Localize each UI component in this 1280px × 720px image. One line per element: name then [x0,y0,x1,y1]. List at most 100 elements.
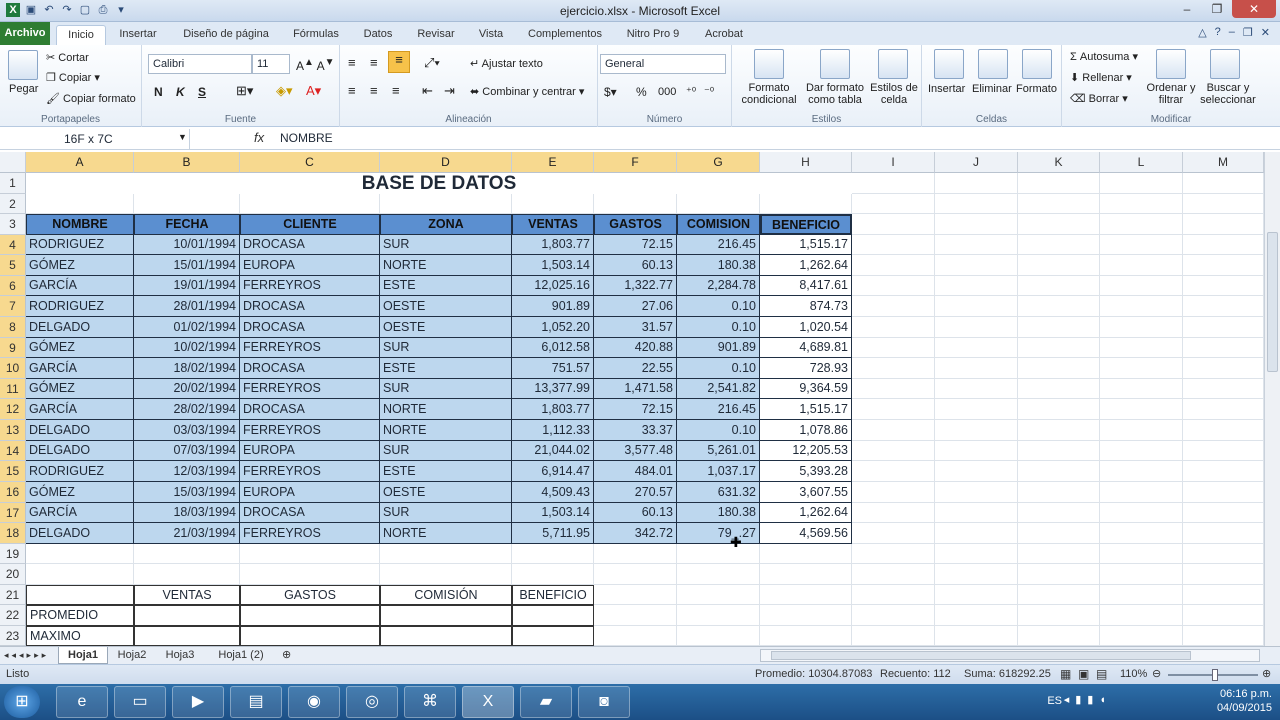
empty-cell[interactable] [1183,173,1264,194]
empty-cell[interactable] [1100,255,1183,276]
row-header[interactable]: 19 [0,544,26,564]
table-cell[interactable]: 420.88 [594,338,677,358]
empty-cell[interactable] [1100,358,1183,379]
empty-cell[interactable] [1183,338,1264,358]
row-header[interactable]: 16 [0,482,26,503]
table-cell[interactable]: 19/01/1994 [134,276,240,296]
empty-cell[interactable] [380,564,512,585]
table-cell[interactable]: 12,205.53 [760,441,852,461]
empty-cell[interactable] [1100,564,1183,585]
empty-cell[interactable] [1100,317,1183,338]
column-header-d[interactable]: D [380,152,512,173]
empty-cell[interactable] [1183,585,1264,605]
summary-cell[interactable]: BENEFICIO [512,585,594,605]
empty-cell[interactable] [1018,214,1100,235]
page-break-view-icon[interactable]: ▤ [1096,665,1107,684]
table-cell[interactable]: 72.15 [594,399,677,420]
increase-indent-icon[interactable]: ⇥ [444,83,455,99]
font-color-icon[interactable]: A▾ [306,83,321,99]
tab-nitro[interactable]: Nitro Pro 9 [620,25,686,45]
empty-cell[interactable] [1183,461,1264,482]
empty-cell[interactable] [1018,173,1100,194]
table-cell[interactable]: 6,012.58 [512,338,594,358]
table-cell[interactable]: 5,711.95 [512,523,594,544]
select-all-corner[interactable] [0,152,26,173]
empty-cell[interactable] [935,358,1018,379]
table-cell[interactable]: 10/02/1994 [134,338,240,358]
tab-home[interactable]: Inicio [56,25,106,45]
table-cell[interactable]: 1,503.14 [512,503,594,523]
empty-cell[interactable] [852,420,935,441]
doc-restore-icon[interactable]: ❐ [1243,26,1253,39]
empty-cell[interactable] [1018,276,1100,296]
table-cell[interactable]: SUR [380,441,512,461]
empty-cell[interactable] [935,544,1018,564]
column-header-c[interactable]: C [240,152,380,173]
formula-input[interactable]: NOMBRE [280,131,333,145]
table-cell[interactable]: 27.06 [594,296,677,317]
empty-cell[interactable] [1100,585,1183,605]
table-cell[interactable]: 8,417.61 [760,276,852,296]
empty-cell[interactable] [852,379,935,399]
empty-cell[interactable] [1018,626,1100,646]
table-cell[interactable]: FERREYROS [240,523,380,544]
format-table-icon[interactable] [820,49,850,79]
worksheet-grid[interactable]: A B C D E F G H I J K L M 1 2 3 4 5 6 7 8 9 10 11 12 13 14 15 16 17 18… [0,152,1264,646]
empty-cell[interactable] [1100,379,1183,399]
empty-cell[interactable] [935,255,1018,276]
horizontal-scrollbar[interactable] [760,649,1260,662]
empty-cell[interactable] [594,194,677,214]
table-cell[interactable]: DROCASA [240,503,380,523]
summary-cell[interactable] [380,605,512,626]
excel-taskbar-icon[interactable]: X [462,686,514,718]
table-cell[interactable]: 180.38 [677,503,760,523]
tray-icons[interactable]: ◂▮▮◖ [1064,693,1112,707]
align-middle-icon[interactable]: ≡ [370,55,378,70]
column-header-b[interactable]: B [134,152,240,173]
empty-cell[interactable] [1018,564,1100,585]
column-header-m[interactable]: M [1183,152,1264,173]
empty-cell[interactable] [935,276,1018,296]
empty-cell[interactable] [380,544,512,564]
doc-minimize-icon[interactable]: – [1229,26,1235,39]
table-cell[interactable]: 3,577.48 [594,441,677,461]
table-cell[interactable]: 10/01/1994 [134,235,240,255]
empty-cell[interactable] [935,317,1018,338]
table-cell[interactable]: 60.13 [594,255,677,276]
empty-cell[interactable] [677,544,760,564]
empty-cell[interactable] [852,235,935,255]
table-cell[interactable]: 1,052.20 [512,317,594,338]
table-cell[interactable]: DELGADO [26,523,134,544]
delete-cells-icon[interactable] [978,49,1008,79]
table-cell[interactable]: 216.45 [677,235,760,255]
column-header-i[interactable]: I [852,152,935,173]
autosum-button[interactable]: Σ Autosuma ▾ [1070,50,1138,63]
empty-cell[interactable] [594,605,677,626]
column-header-h[interactable]: H [760,152,852,173]
empty-cell[interactable] [1183,420,1264,441]
table-cell[interactable]: 12,025.16 [512,276,594,296]
empty-cell[interactable] [1018,358,1100,379]
format-cells-button[interactable]: Formato [1016,83,1057,95]
table-cell[interactable]: 0.10 [677,317,760,338]
percent-button[interactable]: % [636,85,647,99]
empty-cell[interactable] [1183,235,1264,255]
empty-cell[interactable] [852,585,935,605]
table-cell[interactable]: 1,515.17 [760,399,852,420]
folder-taskbar-icon[interactable]: ▤ [230,686,282,718]
table-cell[interactable]: GARCÍA [26,276,134,296]
fx-icon[interactable]: fx [254,130,264,145]
empty-cell[interactable] [1183,626,1264,646]
conditional-format-icon[interactable] [754,49,784,79]
empty-cell[interactable] [1018,585,1100,605]
table-cell[interactable]: 21,044.02 [512,441,594,461]
empty-cell[interactable] [1183,482,1264,503]
row-header[interactable]: 18 [0,523,26,544]
row-header[interactable]: 11 [0,379,26,399]
row-header[interactable]: 9 [0,338,26,358]
empty-cell[interactable] [1183,399,1264,420]
table-cell[interactable]: RODRIGUEZ [26,296,134,317]
table-cell[interactable]: GARCÍA [26,399,134,420]
empty-cell[interactable] [1018,482,1100,503]
align-right-icon[interactable]: ≡ [392,83,400,98]
